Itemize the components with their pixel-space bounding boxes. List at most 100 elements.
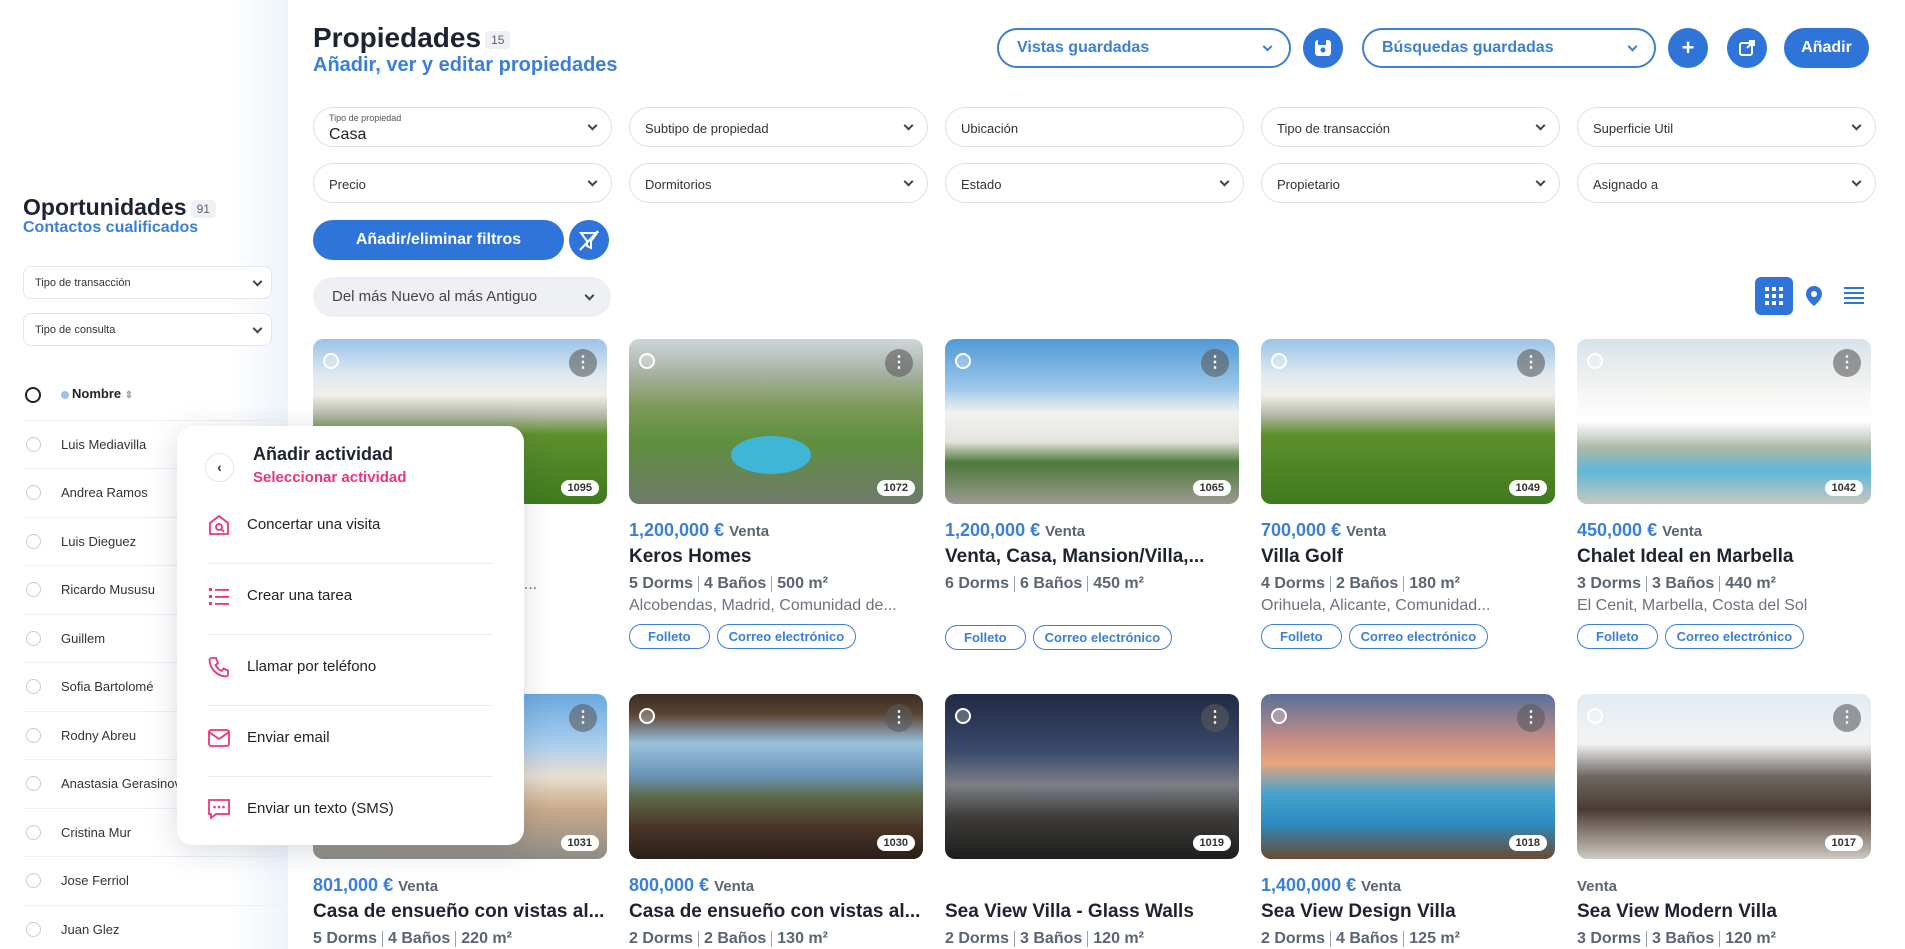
save-view-button[interactable] bbox=[1303, 28, 1343, 68]
map-view-toggle[interactable] bbox=[1795, 277, 1833, 315]
property-photo[interactable]: ⋮ 1049 bbox=[1261, 339, 1555, 504]
owner-filter[interactable]: Propietario bbox=[1261, 163, 1560, 203]
property-location: Orihuela, Alicante, Comunidad... bbox=[1261, 597, 1491, 614]
chevron-down-icon bbox=[903, 176, 914, 187]
card-select-radio[interactable] bbox=[323, 353, 339, 369]
kebab-icon[interactable]: ⋮ bbox=[1833, 349, 1861, 377]
kebab-icon[interactable]: ⋮ bbox=[1201, 349, 1229, 377]
property-card[interactable]: ⋮ 1019 Sea View Villa - Glass Walls 2 Do… bbox=[945, 694, 1239, 948]
row-radio[interactable] bbox=[26, 776, 41, 791]
row-radio[interactable] bbox=[26, 437, 41, 452]
inquiry-type-select[interactable]: Tipo de consulta bbox=[23, 313, 272, 346]
property-price: 800,000 € Venta bbox=[629, 875, 755, 895]
price-filter[interactable]: Precio bbox=[313, 163, 612, 203]
property-card[interactable]: ⋮ 1049 700,000 € Venta Villa Golf 4 Dorm… bbox=[1261, 339, 1555, 650]
property-specs: 3 Dorms 3 Baños 440 m² bbox=[1577, 575, 1776, 592]
property-photo[interactable]: ⋮ 1065 bbox=[945, 339, 1239, 504]
email-button[interactable]: Correo electrónico bbox=[716, 624, 857, 649]
row-radio[interactable] bbox=[26, 825, 41, 840]
property-photo[interactable]: ⋮ 1018 bbox=[1261, 694, 1555, 859]
kebab-icon[interactable]: ⋮ bbox=[1201, 704, 1229, 732]
property-photo[interactable]: ⋮ 1019 bbox=[945, 694, 1239, 859]
property-card[interactable]: ⋮ 1030 800,000 € Venta Casa de ensueño c… bbox=[629, 694, 923, 948]
kebab-icon[interactable]: ⋮ bbox=[569, 704, 597, 732]
chevron-down-icon bbox=[1851, 176, 1862, 187]
activity-send-sms[interactable]: Enviar un texto (SMS) bbox=[207, 777, 493, 848]
card-select-radio[interactable] bbox=[639, 708, 655, 724]
row-radio[interactable] bbox=[26, 582, 41, 597]
kebab-icon[interactable]: ⋮ bbox=[885, 349, 913, 377]
row-radio[interactable] bbox=[26, 534, 41, 549]
card-select-radio[interactable] bbox=[1587, 353, 1603, 369]
row-radio[interactable] bbox=[26, 728, 41, 743]
kebab-icon[interactable]: ⋮ bbox=[1517, 349, 1545, 377]
activity-send-email[interactable]: Enviar email bbox=[207, 706, 493, 777]
property-card[interactable]: ⋮ 1065 1,200,000 € Venta Venta, Casa, Ma… bbox=[945, 339, 1239, 651]
name-column-header[interactable]: Nombre ⇕ bbox=[61, 386, 133, 401]
property-card[interactable]: ⋮ 1017 Venta Sea View Modern Villa 3 Dor… bbox=[1577, 694, 1871, 948]
status-filter[interactable]: Estado bbox=[945, 163, 1244, 203]
property-photo[interactable]: ⋮ 1042 bbox=[1577, 339, 1871, 504]
toggle-filters-button[interactable]: Añadir/eliminar filtros bbox=[313, 220, 564, 260]
bedrooms-filter[interactable]: Dormitorios bbox=[629, 163, 928, 203]
activity-schedule-visit[interactable]: Concertar una visita bbox=[207, 493, 493, 564]
assigned-filter[interactable]: Asignado a bbox=[1577, 163, 1876, 203]
saved-searches-select[interactable]: Búsquedas guardadas bbox=[1362, 28, 1656, 68]
activity-create-task[interactable]: Crear una tarea bbox=[207, 564, 493, 635]
email-button[interactable]: Correo electrónico bbox=[1032, 625, 1173, 650]
property-photo[interactable]: ⋮ 1017 bbox=[1577, 694, 1871, 859]
select-all-radio[interactable] bbox=[25, 387, 41, 403]
email-button[interactable]: Correo electrónico bbox=[1348, 624, 1489, 649]
property-card[interactable]: ⋮ 1072 1,200,000 € Venta Keros Homes 5 D… bbox=[629, 339, 923, 650]
card-select-radio[interactable] bbox=[955, 708, 971, 724]
grid-view-toggle[interactable] bbox=[1755, 277, 1793, 315]
property-location bbox=[945, 597, 1239, 616]
list-view-toggle[interactable] bbox=[1835, 277, 1873, 315]
saved-views-select[interactable]: Vistas guardadas bbox=[997, 28, 1291, 68]
sort-select[interactable]: Del más Nuevo al más Antiguo bbox=[313, 277, 611, 317]
subtype-select[interactable]: Subtipo de propiedad bbox=[629, 107, 928, 147]
add-property-button[interactable]: Añadir bbox=[1784, 28, 1869, 68]
property-photo[interactable]: ⋮ 1030 bbox=[629, 694, 923, 859]
area-filter[interactable]: Superficie Util bbox=[1577, 107, 1876, 147]
card-select-radio[interactable] bbox=[1271, 353, 1287, 369]
property-title: Casa de ensueño con vistas al... bbox=[629, 901, 921, 922]
clear-filters-button[interactable] bbox=[569, 220, 609, 260]
info-dot-icon bbox=[61, 390, 69, 399]
property-type-select[interactable]: Tipo de propiedad Casa bbox=[313, 107, 612, 147]
transaction-type-filter[interactable]: Tipo de transacción bbox=[1261, 107, 1560, 147]
add-search-button[interactable]: + bbox=[1668, 28, 1708, 68]
card-select-radio[interactable] bbox=[1271, 708, 1287, 724]
brochure-button[interactable]: Folleto bbox=[945, 625, 1026, 650]
row-radio[interactable] bbox=[26, 631, 41, 646]
row-radio[interactable] bbox=[26, 922, 41, 937]
brochure-button[interactable]: Folleto bbox=[629, 624, 710, 649]
share-button[interactable] bbox=[1727, 28, 1767, 68]
property-title: Sea View Villa - Glass Walls bbox=[945, 901, 1194, 922]
chevron-down-icon bbox=[903, 120, 914, 131]
property-ref: 1019 bbox=[1192, 835, 1231, 851]
kebab-icon[interactable]: ⋮ bbox=[1517, 704, 1545, 732]
property-card[interactable]: ⋮ 1018 1,400,000 € Venta Sea View Design… bbox=[1261, 694, 1555, 948]
email-button[interactable]: Correo electrónico bbox=[1664, 624, 1805, 649]
card-select-radio[interactable] bbox=[955, 353, 971, 369]
contact-row[interactable]: Jose Ferriol bbox=[23, 856, 283, 904]
activity-phone-call[interactable]: Llamar por teléfono bbox=[207, 635, 493, 706]
property-title: Chalet Ideal en Marbella bbox=[1577, 546, 1794, 567]
kebab-icon[interactable]: ⋮ bbox=[1833, 704, 1861, 732]
kebab-icon[interactable]: ⋮ bbox=[569, 349, 597, 377]
back-chevron-icon[interactable]: ‹ bbox=[205, 453, 234, 482]
property-card[interactable]: ⋮ 1042 450,000 € Venta Chalet Ideal en M… bbox=[1577, 339, 1871, 650]
card-select-radio[interactable] bbox=[1587, 708, 1603, 724]
kebab-icon[interactable]: ⋮ bbox=[885, 704, 913, 732]
card-select-radio[interactable] bbox=[639, 353, 655, 369]
brochure-button[interactable]: Folleto bbox=[1261, 624, 1342, 649]
location-input[interactable]: Ubicación bbox=[945, 107, 1244, 147]
contact-row[interactable]: Juan Glez bbox=[23, 905, 283, 949]
transaction-type-select[interactable]: Tipo de transacción bbox=[23, 266, 272, 299]
brochure-button[interactable]: Folleto bbox=[1577, 624, 1658, 649]
row-radio[interactable] bbox=[26, 485, 41, 500]
property-photo[interactable]: ⋮ 1072 bbox=[629, 339, 923, 504]
row-radio[interactable] bbox=[26, 679, 41, 694]
row-radio[interactable] bbox=[26, 873, 41, 888]
